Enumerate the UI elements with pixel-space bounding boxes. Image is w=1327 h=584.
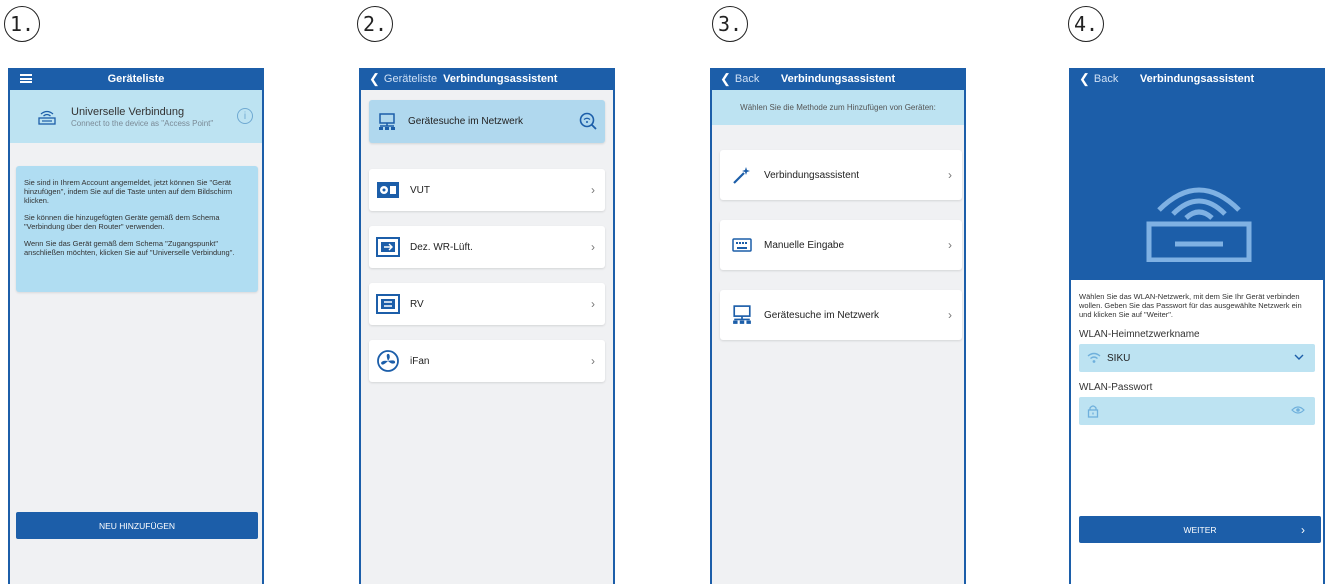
wifi-icon (1087, 352, 1101, 363)
chevron-right-icon: › (591, 297, 595, 311)
network-search-label: Gerätesuche im Netzwerk (408, 116, 524, 127)
add-device-button[interactable]: NEU HINZUFÜGEN (16, 512, 258, 539)
back-button[interactable]: ❮ Back (720, 68, 759, 90)
router-hero (1071, 90, 1323, 280)
message-paragraph: Wenn Sie das Gerät gemäß dem Schema "Zug… (24, 239, 235, 257)
step-number-4: 4. (1068, 6, 1104, 42)
chevron-right-icon: › (591, 240, 595, 254)
step-number-3: 3. (712, 6, 748, 42)
screen-device-list: Geräteliste Universelle Verbindung Conne… (8, 68, 264, 584)
device-item-ifan[interactable]: iFan › (369, 340, 605, 382)
rv-unit-icon (376, 294, 400, 314)
method-label: Gerätesuche im Netzwerk (764, 309, 880, 321)
message-paragraph: Sie sind in Ihrem Account angemeldet, je… (24, 178, 233, 205)
chevron-right-icon: › (591, 183, 595, 197)
back-label: Back (734, 73, 760, 85)
method-item-network-search[interactable]: Gerätesuche im Netzwerk › (720, 290, 962, 340)
nav-title: Verbindungsassistent (780, 73, 896, 85)
device-item-dez-wr[interactable]: Dez. WR-Lüft. › (369, 226, 605, 268)
back-label: Back (1093, 73, 1119, 85)
device-label: RV (410, 298, 424, 310)
ssid-label: WLAN-Heimnetzwerkname (1079, 329, 1200, 340)
wifi-search-icon (579, 112, 597, 130)
chevron-right-icon: › (948, 168, 952, 182)
message-paragraph: Sie können die hinzugefügten Geräte gemä… (24, 213, 220, 231)
method-label: Manuelle Eingabe (764, 239, 845, 251)
navbar: ❮ Back Verbindungsassistent (712, 68, 964, 90)
next-button[interactable]: WEITER › (1079, 516, 1321, 543)
ssid-value: SIKU (1107, 352, 1131, 364)
keyboard-icon (732, 238, 752, 252)
eye-icon[interactable] (1291, 405, 1305, 415)
back-label: Geräteliste (383, 73, 438, 85)
screen-device-types: ❮ Geräteliste Verbindungsassistent Gerät… (359, 68, 615, 584)
screen-wifi-setup: ❮ Back Verbindungsassistent Wählen Sie d… (1069, 68, 1325, 584)
screen-add-method: ❮ Back Verbindungsassistent Wählen Sie d… (710, 68, 966, 584)
chevron-right-icon: › (591, 354, 595, 368)
device-label: Dez. WR-Lüft. (410, 241, 473, 253)
vut-unit-icon (377, 182, 399, 198)
decentral-unit-icon (376, 237, 400, 257)
chevron-left-icon: ❮ (720, 71, 731, 86)
universal-connection-item[interactable]: Universelle Verbindung Connect to the de… (10, 90, 262, 143)
magic-wand-icon (733, 167, 750, 184)
step-number-1: 1. (4, 6, 40, 42)
navbar: ❮ Geräteliste Verbindungsassistent (361, 68, 613, 90)
chevron-left-icon: ❮ (1079, 71, 1090, 86)
info-icon[interactable]: i (237, 108, 253, 124)
login-message: Sie sind in Ihrem Account angemeldet, je… (16, 166, 258, 292)
chevron-left-icon: ❮ (369, 71, 380, 86)
network-icon (379, 112, 395, 130)
router-icon (38, 110, 56, 125)
method-item-manual[interactable]: Manuelle Eingabe › (720, 220, 962, 270)
method-label: Verbindungsassistent (764, 169, 860, 181)
chevron-right-icon: › (1301, 522, 1305, 537)
universal-connection-title: Universelle Verbindung (71, 105, 185, 118)
navbar: ❮ Back Verbindungsassistent (1071, 68, 1323, 90)
network-icon (733, 305, 751, 324)
password-input[interactable] (1079, 397, 1315, 425)
chevron-right-icon: › (948, 308, 952, 322)
method-hint: Wählen Sie die Methode zum Hinzufügen vo… (712, 90, 964, 125)
method-item-wizard[interactable]: Verbindungsassistent › (720, 150, 962, 200)
back-button[interactable]: ❮ Back (1079, 68, 1118, 90)
device-label: VUT (410, 184, 430, 196)
chevron-down-icon (1294, 354, 1304, 360)
fan-icon (377, 350, 399, 372)
universal-connection-subtitle: Connect to the device as "Access Point" (71, 118, 214, 128)
next-button-label: WEITER (1183, 524, 1217, 535)
nav-title: Verbindungsassistent (1139, 73, 1255, 85)
device-item-rv[interactable]: RV › (369, 283, 605, 325)
device-label: iFan (410, 355, 430, 367)
network-search-button[interactable]: Gerätesuche im Netzwerk (369, 100, 605, 143)
navbar: Geräteliste (10, 68, 262, 90)
wifi-description: Wählen Sie das WLAN-Netzwerk, mit dem Si… (1079, 292, 1302, 319)
password-label: WLAN-Passwort (1079, 382, 1153, 393)
device-item-vut[interactable]: VUT › (369, 169, 605, 211)
lock-icon (1087, 405, 1099, 418)
router-illustration-icon (1146, 187, 1252, 262)
menu-icon[interactable] (20, 74, 32, 83)
nav-title: Geräteliste (107, 73, 165, 85)
nav-title: Verbindungsassistent (443, 73, 558, 85)
step-number-2: 2. (357, 6, 393, 42)
ssid-select[interactable]: SIKU (1079, 344, 1315, 372)
chevron-right-icon: › (948, 238, 952, 252)
back-button[interactable]: ❮ Geräteliste (369, 68, 437, 90)
